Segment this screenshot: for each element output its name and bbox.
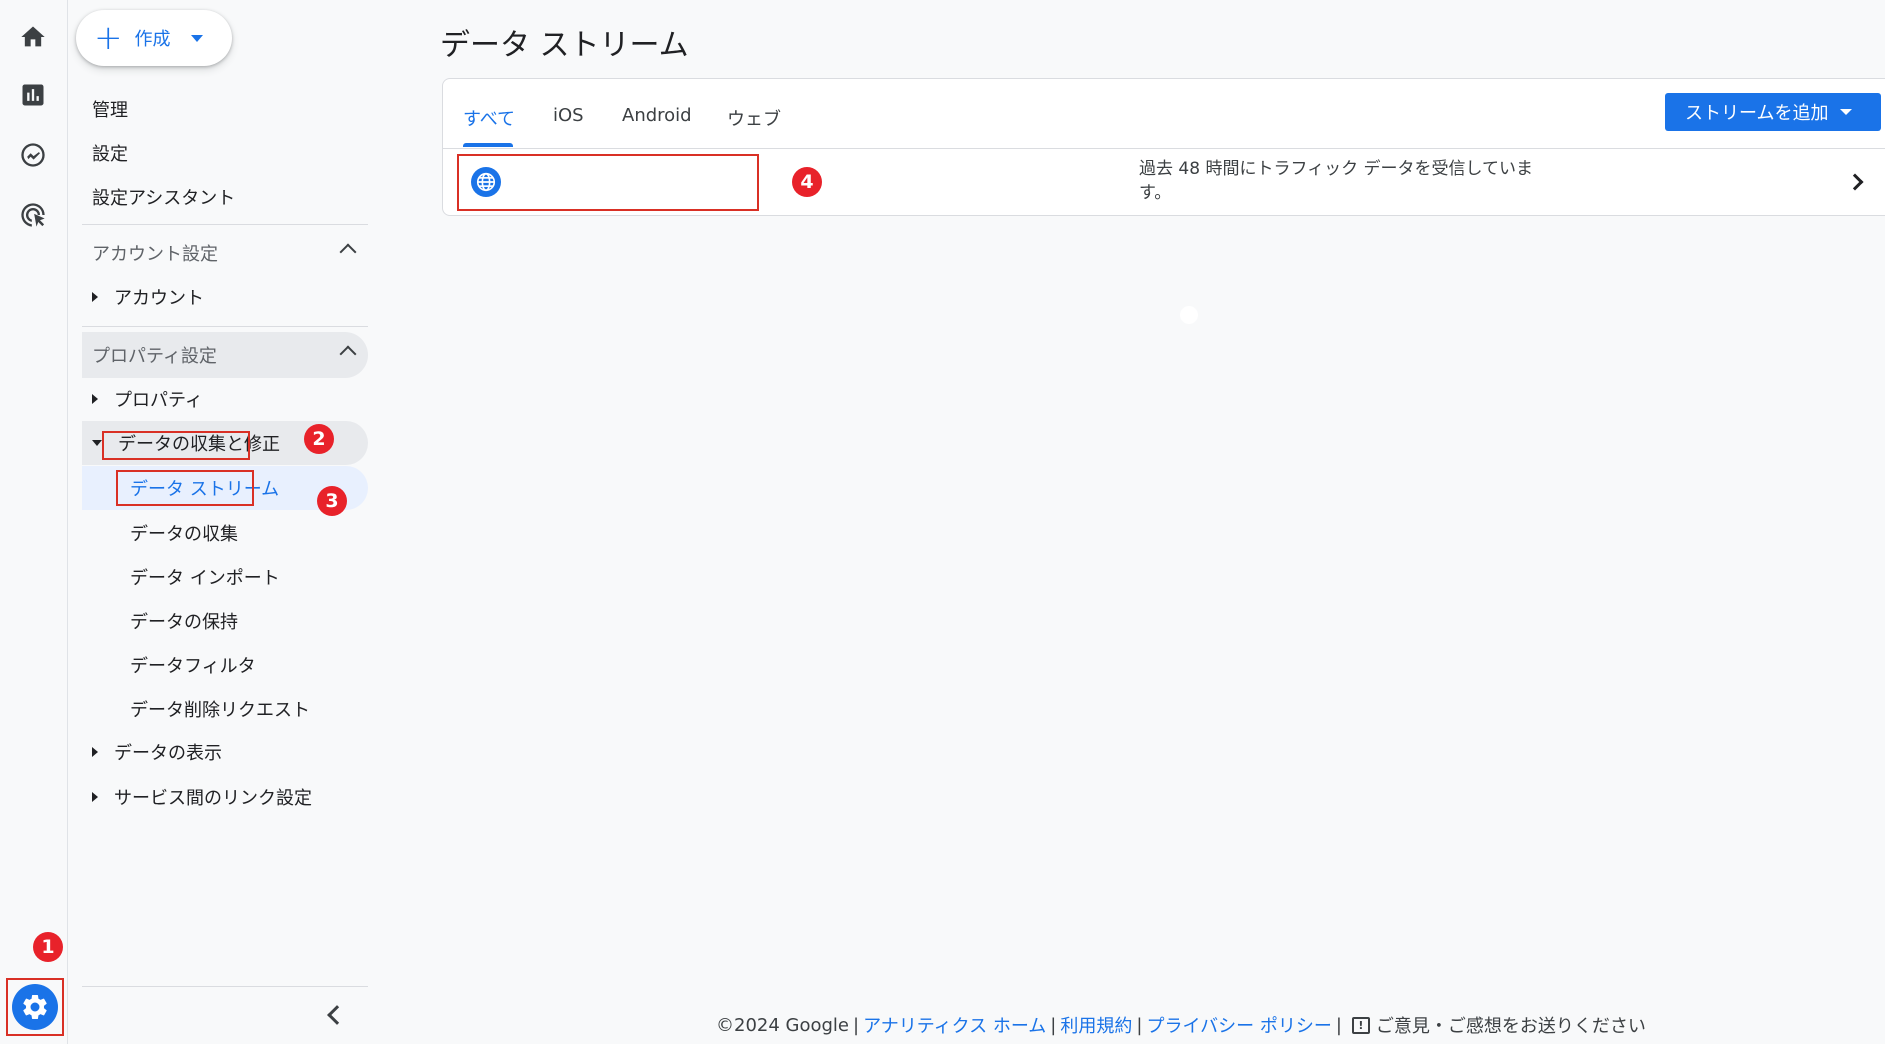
nav-sub-item-data-retention[interactable]: データの保持: [130, 608, 238, 634]
chevron-up-icon: [339, 345, 357, 363]
account-settings-section[interactable]: アカウント設定: [82, 230, 368, 276]
property-settings-section[interactable]: プロパティ設定: [82, 332, 368, 378]
copyright-text: ©2024 Google: [716, 1014, 850, 1036]
add-stream-label: ストリームを追加: [1685, 103, 1829, 124]
stream-status-text: 過去 48 時間にトラフィック データを受信していま す。: [1139, 159, 1533, 203]
loading-indicator: [1180, 306, 1198, 324]
nav-sub-item-data-collection[interactable]: データの収集: [130, 520, 238, 546]
highlight-box: [116, 470, 254, 506]
nav-item-admin[interactable]: 管理: [92, 96, 128, 122]
privacy-link[interactable]: プライバシー ポリシー: [1146, 1012, 1331, 1038]
footer: ©2024 Google | アナリティクス ホーム | 利用規約 | プライバ…: [716, 1012, 1646, 1038]
stream-row[interactable]: 4 過去 48 時間にトラフィック データを受信していま す。: [443, 149, 1885, 216]
streams-card: すべて iOS Android ウェブ ストリームを追加 4 過去 48 時間に…: [442, 78, 1885, 216]
tab-android[interactable]: Android: [622, 105, 692, 126]
add-stream-button[interactable]: ストリームを追加: [1665, 93, 1881, 131]
expand-arrow-icon: [92, 792, 98, 802]
annotation-marker-2: 2: [304, 424, 334, 454]
tree-item-label: アカウント: [114, 288, 204, 309]
tab-all[interactable]: すべて: [463, 105, 515, 131]
tab-ios[interactable]: iOS: [553, 105, 584, 126]
footer-separator: |: [1335, 1014, 1342, 1036]
annotation-marker-3: 3: [317, 486, 347, 516]
tree-item-service-links[interactable]: サービス間のリンク設定: [82, 775, 368, 819]
advertising-icon[interactable]: [14, 196, 52, 234]
gear-icon: [23, 994, 47, 1019]
nav-sub-item-data-deletion-requests[interactable]: データ削除リクエスト: [130, 696, 310, 722]
terms-link[interactable]: 利用規約: [1060, 1012, 1132, 1038]
nav-divider: [82, 986, 368, 987]
annotation-marker-1: 1: [33, 932, 63, 962]
analytics-home-link[interactable]: アナリティクス ホーム: [863, 1012, 1046, 1038]
feedback-icon: !: [1351, 1016, 1370, 1034]
footer-separator: |: [853, 1014, 860, 1036]
expand-arrow-icon: [92, 394, 98, 404]
caret-down-icon: [190, 34, 203, 42]
create-button-label: 作成: [134, 29, 171, 50]
stream-tabs: すべて iOS Android ウェブ ストリームを追加: [443, 79, 1885, 149]
plus-icon: +: [94, 18, 123, 58]
highlight-box: [457, 154, 759, 211]
admin-nav-panel: + 作成 管理 設定 設定アシスタント アカウント設定 アカウント プロパティ設…: [68, 0, 370, 1044]
home-icon[interactable]: [14, 18, 52, 56]
admin-button-highlight[interactable]: [6, 978, 64, 1036]
page-title: データ ストリーム: [440, 28, 689, 63]
nav-divider: [82, 326, 368, 327]
collapse-nav-icon[interactable]: [327, 1005, 347, 1025]
annotation-marker-4: 4: [792, 167, 822, 197]
feedback-link[interactable]: ご意見・ご感想をお送りください: [1376, 1012, 1646, 1038]
nav-item-settings[interactable]: 設定: [92, 140, 128, 166]
globe-icon: [471, 167, 501, 197]
main-content: データ ストリーム すべて iOS Android ウェブ ストリームを追加 4…: [370, 0, 1885, 1044]
section-label: プロパティ設定: [92, 346, 217, 367]
admin-button[interactable]: [12, 984, 58, 1030]
tab-web[interactable]: ウェブ: [727, 105, 781, 131]
highlight-box: [102, 431, 250, 460]
active-tab-indicator: [463, 143, 513, 147]
footer-separator: |: [1050, 1014, 1057, 1036]
explore-icon[interactable]: [14, 136, 52, 174]
tree-item-data-display[interactable]: データの表示: [82, 730, 368, 774]
tree-item-property[interactable]: プロパティ: [82, 377, 368, 421]
nav-sub-item-data-filters[interactable]: データフィルタ: [130, 652, 256, 678]
create-button[interactable]: + 作成: [76, 10, 232, 66]
tree-item-label: サービス間のリンク設定: [114, 788, 312, 809]
chevron-right-icon[interactable]: [1846, 173, 1864, 191]
chevron-up-icon: [339, 243, 357, 261]
tree-item-label: データの表示: [114, 743, 222, 764]
tree-item-account[interactable]: アカウント: [82, 275, 368, 319]
caret-down-icon: [1840, 109, 1853, 115]
nav-item-setup-assistant[interactable]: 設定アシスタント: [92, 184, 235, 210]
nav-divider: [82, 224, 368, 225]
tree-item-label: プロパティ: [114, 390, 203, 411]
section-label: アカウント設定: [92, 244, 218, 265]
expand-arrow-icon: [92, 292, 98, 302]
nav-sub-item-data-import[interactable]: データ インポート: [130, 564, 280, 590]
reports-icon[interactable]: [14, 76, 52, 114]
icon-rail: 1: [0, 0, 68, 1044]
expand-arrow-icon: [92, 747, 98, 757]
collapse-arrow-icon: [92, 440, 102, 446]
footer-separator: |: [1136, 1014, 1143, 1036]
